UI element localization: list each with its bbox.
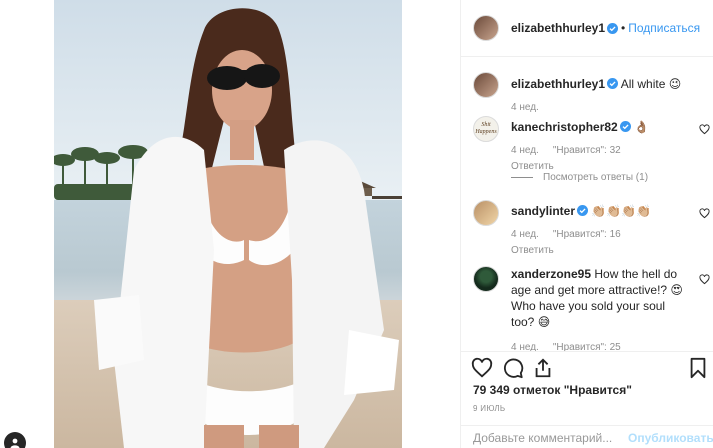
post-photo[interactable] [54, 0, 402, 448]
comment-username[interactable]: elizabethhurley1 [511, 77, 605, 91]
comment-like-heart-icon[interactable] [699, 274, 710, 285]
commenter-avatar[interactable]: Shit Happens [473, 116, 499, 142]
verified-badge-icon [577, 205, 589, 216]
comment-text: All white 😉 [620, 77, 682, 91]
comment-time[interactable]: 4 нед. [511, 102, 539, 113]
like-count[interactable]: 79 349 отметок "Нравится" [473, 383, 632, 397]
comment-composer: Опубликовать [461, 425, 713, 448]
comment-username[interactable]: kanechristopher82 [511, 120, 618, 134]
view-replies-link[interactable]: Посмотреть ответы (1) [511, 172, 648, 183]
comment-time[interactable]: 4 нед. [511, 145, 539, 156]
publish-button[interactable]: Опубликовать [628, 431, 713, 445]
author-avatar[interactable] [473, 72, 499, 98]
comment-time[interactable]: 4 нед. [511, 229, 539, 240]
post-actions: 79 349 отметок "Нравится" 9 ИЮЛЬ Опублик… [461, 351, 713, 448]
comment-likes[interactable]: "Нравится": 25 [553, 342, 621, 351]
comment-username[interactable]: xanderzone95 [511, 267, 591, 281]
commenter-avatar[interactable] [473, 266, 499, 292]
comment-input[interactable] [473, 430, 628, 445]
photo-person [94, 8, 399, 448]
like-heart-icon[interactable] [471, 357, 493, 379]
comment-like-heart-icon[interactable] [699, 208, 710, 219]
comment-username[interactable]: sandylinter [511, 204, 575, 218]
caption-comment: elizabethhurley1 All white 😉 4 нед. [473, 72, 705, 116]
comment-bubble-icon[interactable] [502, 357, 524, 379]
avatar-text: Shit Happens [475, 122, 497, 135]
commenter-avatar[interactable] [473, 200, 499, 226]
post-sidebar: elizabethhurley1 • Подписаться elizabeth… [460, 0, 713, 448]
reply-button[interactable]: Ответить [511, 243, 691, 259]
post-media [0, 0, 460, 448]
view-replies-label[interactable]: Посмотреть ответы (1) [543, 172, 648, 183]
save-bookmark-icon[interactable] [687, 357, 709, 379]
verified-badge-icon [607, 78, 619, 89]
post-header: elizabethhurley1 • Подписаться [461, 0, 713, 57]
comment-likes[interactable]: "Нравится": 16 [553, 229, 621, 240]
user-profile-icon[interactable] [4, 432, 26, 448]
comment-like-heart-icon[interactable] [699, 124, 710, 135]
comment-text: 👌🏽 [634, 120, 650, 134]
replies-divider [511, 177, 533, 178]
comment-time[interactable]: 4 нед. [511, 342, 539, 351]
comment-text: 👏🏼👏🏼👏🏼👏🏼 [591, 204, 652, 218]
author-username[interactable]: elizabethhurley1 [511, 21, 605, 35]
verified-badge-icon [607, 22, 619, 34]
comment-item: xanderzone95 How the hell do age and get… [473, 266, 705, 351]
header-separator: • [621, 21, 626, 35]
follow-button[interactable]: Подписаться [628, 21, 700, 35]
verified-badge-icon [619, 121, 631, 132]
post-dialog: elizabethhurley1 • Подписаться elizabeth… [0, 0, 713, 448]
author-avatar[interactable] [473, 15, 499, 41]
comment-likes[interactable]: "Нравится": 32 [553, 145, 621, 156]
share-icon[interactable] [532, 357, 554, 379]
comment-item: sandylinter 👏🏼👏🏼👏🏼👏🏼 4 нед. "Нравится": 1… [473, 200, 705, 259]
comment-item: Shit Happens kanechristopher82 👌🏽 4 нед.… [473, 116, 705, 175]
post-date[interactable]: 9 ИЮЛЬ [473, 404, 505, 413]
comments-list[interactable]: elizabethhurley1 All white 😉 4 нед. Shit… [461, 58, 713, 351]
